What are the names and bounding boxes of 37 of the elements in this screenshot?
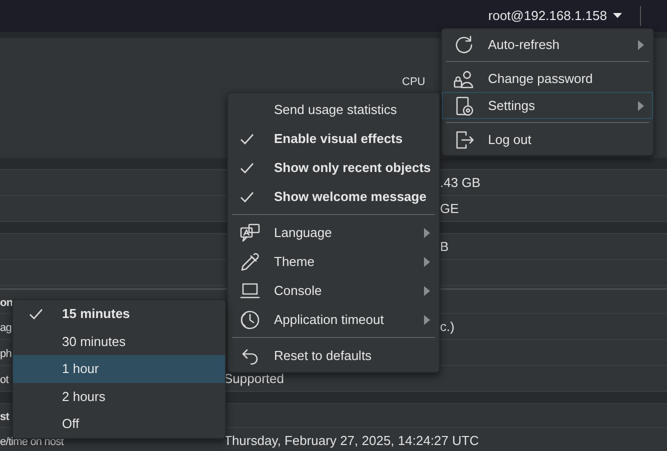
property-value: GE — [440, 200, 459, 216]
user-menu-button[interactable]: root@192.168.1.158 — [488, 6, 622, 26]
menu-item[interactable]: Console — [228, 276, 439, 305]
translate-icon — [239, 222, 261, 244]
property-label: ag — [0, 322, 12, 334]
menu-item[interactable]: 2 hours — [13, 382, 225, 410]
menu-item[interactable]: Settings — [442, 92, 653, 119]
clock-icon — [239, 308, 261, 330]
menu-item[interactable]: Change password — [442, 65, 653, 92]
refresh-icon — [453, 34, 475, 56]
menu-item[interactable]: Enable visual effects — [228, 124, 439, 153]
menu-item[interactable]: Off — [13, 410, 225, 438]
property-label: e/time on host — [0, 436, 64, 448]
menu-item[interactable]: 1 hour — [13, 355, 225, 382]
property-value: B — [440, 238, 449, 254]
property-value: Supported — [224, 370, 284, 386]
menu-item[interactable]: Application timeout — [228, 305, 439, 334]
cpu-label: CPU — [402, 75, 426, 90]
menu-item[interactable]: 30 minutes — [13, 328, 225, 355]
eyedropper-icon — [239, 250, 261, 272]
section-heading: st — [0, 410, 9, 423]
menu-item[interactable]: Language — [228, 218, 439, 247]
menu-item[interactable]: Show welcome message — [228, 182, 439, 211]
property-label: ph — [0, 348, 12, 360]
caret-icon — [613, 13, 622, 19]
property-value: c.) — [440, 318, 454, 334]
menu-item[interactable]: 15 minutes — [13, 300, 225, 328]
menu-item[interactable]: Send usage statistics — [228, 95, 439, 124]
menu-item[interactable]: Auto-refresh — [442, 31, 653, 58]
menu-item[interactable]: Log out — [442, 126, 653, 153]
property-value: .43 GB — [440, 174, 480, 190]
menu-item[interactable]: Show only recent objects — [228, 153, 439, 182]
menu-item[interactable]: Theme — [228, 247, 439, 276]
property-value: Thursday, February 27, 2025, 14:24:27 UTC — [224, 432, 479, 448]
menu-item[interactable]: Reset to defaults — [228, 341, 439, 370]
section-heading: on — [0, 296, 13, 309]
property-label: ot — [0, 374, 8, 386]
